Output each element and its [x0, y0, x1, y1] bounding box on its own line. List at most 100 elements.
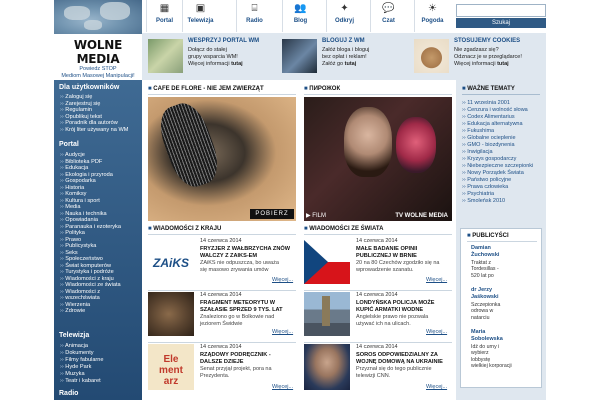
publicist-surname[interactable]: Sobolewska	[471, 336, 503, 342]
topic-item[interactable]: Globalne ocieplenie	[462, 135, 515, 141]
publicist-surname[interactable]: Jaśkowski	[471, 294, 499, 300]
news-title[interactable]: FRYZJER Z WAŁBRZYCHA ZNÓW WALCZY Z ZAIKS-…	[200, 246, 290, 260]
search-button[interactable]: Szukaj	[456, 18, 546, 28]
feature-image-microphone[interactable]: POBIERZ	[148, 97, 296, 221]
nav-label: Radio	[246, 18, 263, 24]
nav-item-telewizja[interactable]: ▣ Telewizja	[182, 0, 218, 32]
tv-wm-label: TV WOLNE MEDIA	[395, 213, 448, 219]
promo-link[interactable]: tutaj	[231, 61, 243, 67]
sidebar-item[interactable]: Muzyka	[60, 371, 84, 378]
topic-item[interactable]: Fukushima	[462, 128, 494, 134]
more-link[interactable]: Więcej...	[272, 329, 293, 335]
site-name: WOLNE MEDIA	[73, 38, 123, 66]
divider	[462, 94, 540, 95]
news-item[interactable]: 14 czerwca 2014 SOROS ODPOWIEDZIALNY ZA W…	[304, 344, 454, 396]
search-input[interactable]	[456, 4, 546, 17]
sidebar-item-font[interactable]: Krój liter używany na WM	[60, 127, 128, 134]
publicist-surname[interactable]: Żuchowski	[471, 252, 499, 258]
promo-link[interactable]: tutaj	[497, 61, 509, 67]
sidebar-item[interactable]: Filmy fabularne	[60, 357, 103, 364]
topic-item[interactable]: Codex Alimentarius	[462, 114, 514, 120]
radio-icon: ⌸	[251, 3, 258, 14]
page-right-margin	[546, 0, 600, 400]
news-text: 20 na 80 Czechów zgodziło się na wprowadz…	[356, 260, 440, 273]
topic-item[interactable]: Państwo policyjne	[462, 177, 511, 183]
sidebar-item[interactable]: Animacja	[60, 343, 88, 350]
publicist-text[interactable]: Traktat z Tordesillas -520 lat po	[471, 260, 499, 279]
publicist-name[interactable]: dr Jerzy	[471, 287, 492, 293]
site-tagline-2: Mediom Masowej Manipulacji!	[61, 73, 135, 79]
topic-item[interactable]: Kryzys gospodarczy	[462, 156, 516, 162]
news-date: 14 czerwca 2014	[200, 344, 242, 350]
nav-item-radio[interactable]: ⌸ Radio	[236, 0, 272, 32]
sidebar-item[interactable]: Dokumenty	[60, 350, 93, 357]
divider	[467, 241, 537, 242]
news-world-title: WIADOMOŚCI ZE ŚWIATA	[304, 226, 383, 232]
news-title[interactable]: RZĄDOWY PODRĘCZNIK - DALSZE DZIEJE	[200, 352, 271, 366]
tv-icon: ▣	[195, 3, 206, 14]
topic-item[interactable]: Prawa człowieka	[462, 184, 508, 190]
news-item[interactable]: 14 czerwca 2014 MAŁE BADANIE OPINII PUBLI…	[304, 238, 454, 290]
feature-title-2: ПИРОЖОК	[304, 86, 340, 92]
divider	[148, 290, 296, 291]
sidebar-item[interactable]: Teatr i kabaret	[60, 378, 100, 385]
news-title[interactable]: SOROS ODPOWIEDZIALNY ZA WOJNĘ DOMOWĄ NA U…	[356, 352, 443, 366]
topic-item[interactable]: Psychiatria	[462, 191, 494, 197]
nav-item-portal[interactable]: ▦ Portal	[146, 0, 182, 32]
more-link[interactable]: Więcej...	[426, 384, 447, 390]
news-item[interactable]: 14 czerwca 2014 FRAGMENT METEORYTU W SZAŁ…	[148, 292, 298, 342]
meteorite-image	[148, 292, 194, 336]
news-title[interactable]: LONDYŃSKA POLICJA MOŻE KUPIĆ ARMATKI WODN…	[356, 300, 435, 314]
nav-item-czat[interactable]: 💬 Czat	[370, 0, 406, 32]
topic-item[interactable]: Nowy Porządek Świata	[462, 170, 524, 176]
nav-item-odkryj[interactable]: ✦ Odkryj	[326, 0, 362, 32]
promo-blog[interactable]: BLOGUJ Z WM Załóż bloga i bloguj bez opł…	[282, 37, 412, 77]
more-link[interactable]: Więcej...	[272, 277, 293, 283]
divider	[304, 342, 452, 343]
topic-item[interactable]: Cenzura i wolność słowa	[462, 107, 528, 113]
topic-item[interactable]: Niebezpieczne szczepionki	[462, 163, 533, 169]
publicist-name[interactable]: Maria	[471, 329, 485, 335]
more-link[interactable]: Więcej...	[272, 384, 293, 390]
news-title[interactable]: MAŁE BADANIE OPINII PUBLICZNEJ W BRNIE	[356, 246, 417, 260]
left-sidebar: Dla użytkowników Zaloguj się Zarejestruj…	[54, 80, 142, 400]
textbook-image: Ele ment arz	[148, 344, 194, 390]
topic-item[interactable]: Inwigilacja	[462, 149, 492, 155]
news-item[interactable]: 14 czerwca 2014 LONDYŃSKA POLICJA MOŻE KU…	[304, 292, 454, 342]
nav-item-blog[interactable]: 👥 Blog	[282, 0, 318, 32]
portal-icon: ▦	[159, 3, 170, 14]
promo-title: BLOGUJ Z WM	[322, 38, 365, 44]
nav-item-pogoda[interactable]: ☀ Pogoda	[414, 0, 450, 32]
divider	[304, 234, 452, 235]
topic-item[interactable]: Smoleńsk 2010	[462, 198, 505, 204]
news-title[interactable]: FRAGMENT METEORYTU W SZAŁASIE SPRZED 9 TY…	[200, 300, 283, 314]
divider	[148, 234, 296, 235]
promo-link[interactable]: tutaj	[345, 61, 357, 67]
film-label[interactable]: ▶ FILM	[306, 212, 326, 219]
promo-text: Nie zgadzasz się? Odznacz je w przegląda…	[454, 47, 522, 67]
topic-item[interactable]: 11 września 2001	[462, 100, 510, 106]
news-text: Senat przyjął projekt, pora na Prezydenta…	[200, 366, 272, 379]
promo-cookies[interactable]: STOSUJEMY COOKIES Nie zgadzasz się? Odzn…	[414, 37, 546, 77]
topic-item[interactable]: Edukacja alternatywna	[462, 121, 522, 127]
topic-item[interactable]: GMO - biozdynenia	[462, 142, 514, 148]
promo-support[interactable]: WESPRZYJ PORTAL WM Dołącz do stałej grup…	[148, 37, 278, 77]
site-logo[interactable]: WOLNE MEDIA Powiedz STOP Mediom Masowej …	[54, 34, 142, 80]
microphone-shape	[153, 97, 225, 193]
news-text: Angielskie prawo nie pozwala używać ich n…	[356, 314, 429, 327]
publicist-name[interactable]: Damian	[471, 245, 491, 251]
feature-video-thumbnail[interactable]: ▶ FILM TV WOLNE MEDIA	[304, 97, 452, 221]
news-item[interactable]: Ele ment arz 14 czerwca 2014 RZĄDOWY PODRĘ…	[148, 344, 298, 396]
more-link[interactable]: Więcej...	[426, 329, 447, 335]
promo-text: Załóż bloga i bloguj bez opłat i reklam!…	[322, 47, 370, 67]
more-link[interactable]: Więcej...	[426, 277, 447, 283]
nav-label: Telewizja	[187, 18, 214, 24]
publicist-text[interactable]: Idź do urny i wybierz lobbystę wielkiej kor…	[471, 344, 512, 370]
portrait-image	[304, 344, 350, 390]
news-item[interactable]: ZAiKS 14 czerwca 2014 FRYZJER Z WAŁBRZYC…	[148, 238, 298, 290]
publicist-text[interactable]: Szczepionka odrowa w natarciu	[471, 302, 500, 321]
download-label[interactable]: POBIERZ	[250, 209, 294, 219]
sidebar-item[interactable]: Zdrowie	[60, 308, 85, 315]
sidebar-item[interactable]: Hyde Park	[60, 364, 91, 371]
czech-flag-image	[304, 240, 350, 284]
